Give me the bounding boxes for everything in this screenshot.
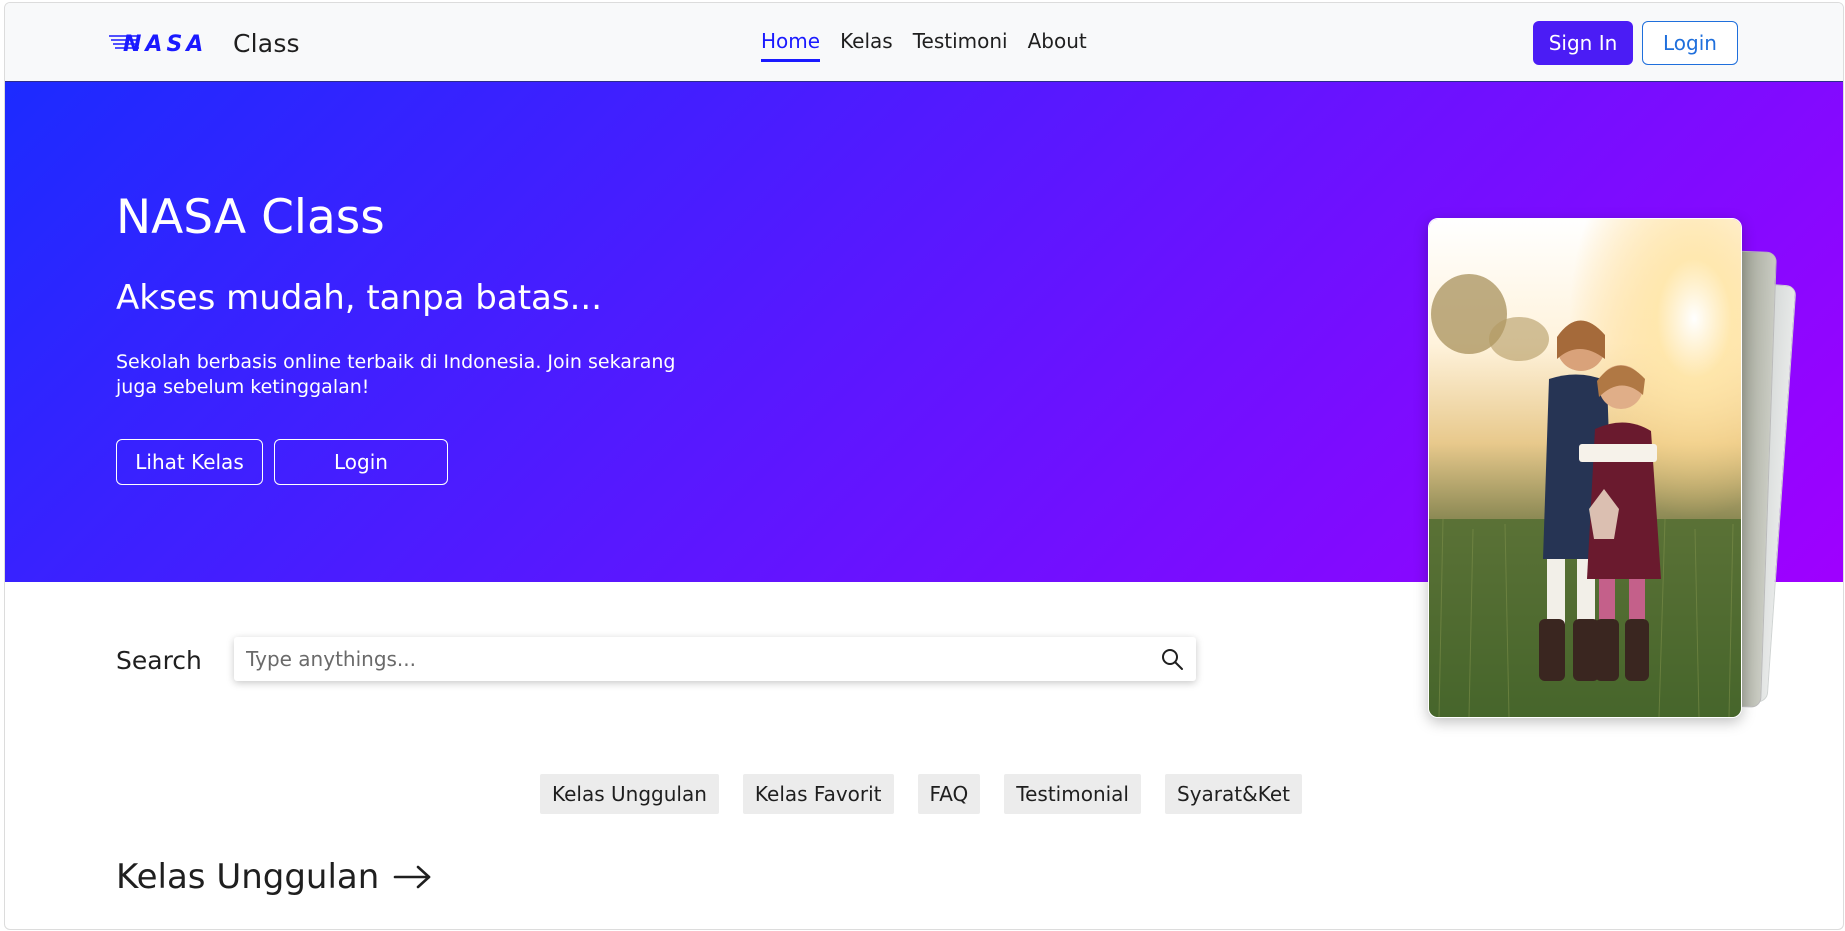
- tab-kelas-unggulan[interactable]: Kelas Unggulan: [540, 774, 719, 814]
- category-tabs: Kelas Unggulan Kelas Favorit FAQ Testimo…: [540, 774, 1302, 814]
- search-label: Search: [116, 646, 202, 675]
- svg-text:NASA: NASA: [123, 32, 207, 57]
- section-heading-kelas-unggulan[interactable]: Kelas Unggulan: [116, 857, 433, 897]
- hero-photo-stack: [1425, 215, 1815, 735]
- sign-in-button[interactable]: Sign In: [1533, 21, 1633, 65]
- nav-link-about[interactable]: About: [1028, 29, 1087, 62]
- nav-links: Home Kelas Testimoni About: [761, 29, 1087, 62]
- nasa-logo: NASA: [109, 32, 207, 57]
- nav-link-testimoni[interactable]: Testimoni: [913, 29, 1008, 62]
- login-button[interactable]: Login: [1642, 21, 1738, 65]
- tab-testimonial[interactable]: Testimonial: [1004, 774, 1141, 814]
- tab-kelas-favorit[interactable]: Kelas Favorit: [742, 774, 894, 814]
- browser-viewport: NASA Class Home Kelas Testimoni About Si…: [4, 2, 1844, 930]
- hero-subtitle: Akses mudah, tanpa batas...: [116, 278, 603, 318]
- arrow-right-icon: [394, 865, 431, 889]
- tab-syarat-ket[interactable]: Syarat&Ket: [1165, 774, 1302, 814]
- search-box: [234, 637, 1196, 681]
- brand[interactable]: NASA Class: [109, 27, 300, 59]
- brand-text: Class: [233, 28, 300, 58]
- section-heading-label: Kelas Unggulan: [116, 857, 380, 897]
- children-reading-image: [1429, 219, 1741, 717]
- nav-link-home[interactable]: Home: [761, 29, 821, 62]
- hero-photo-children-reading: [1428, 218, 1742, 718]
- nav-link-kelas[interactable]: Kelas: [840, 29, 893, 62]
- lihat-kelas-button[interactable]: Lihat Kelas: [116, 439, 263, 485]
- navbar: NASA Class Home Kelas Testimoni About Si…: [5, 3, 1843, 82]
- hero-description: Sekolah berbasis online terbaik di Indon…: [116, 351, 676, 398]
- search-icon[interactable]: [1160, 647, 1184, 671]
- search-input[interactable]: [234, 637, 1158, 681]
- hero-login-button[interactable]: Login: [274, 439, 448, 485]
- tab-faq[interactable]: FAQ: [917, 774, 981, 814]
- hero-title: NASA Class: [116, 190, 385, 245]
